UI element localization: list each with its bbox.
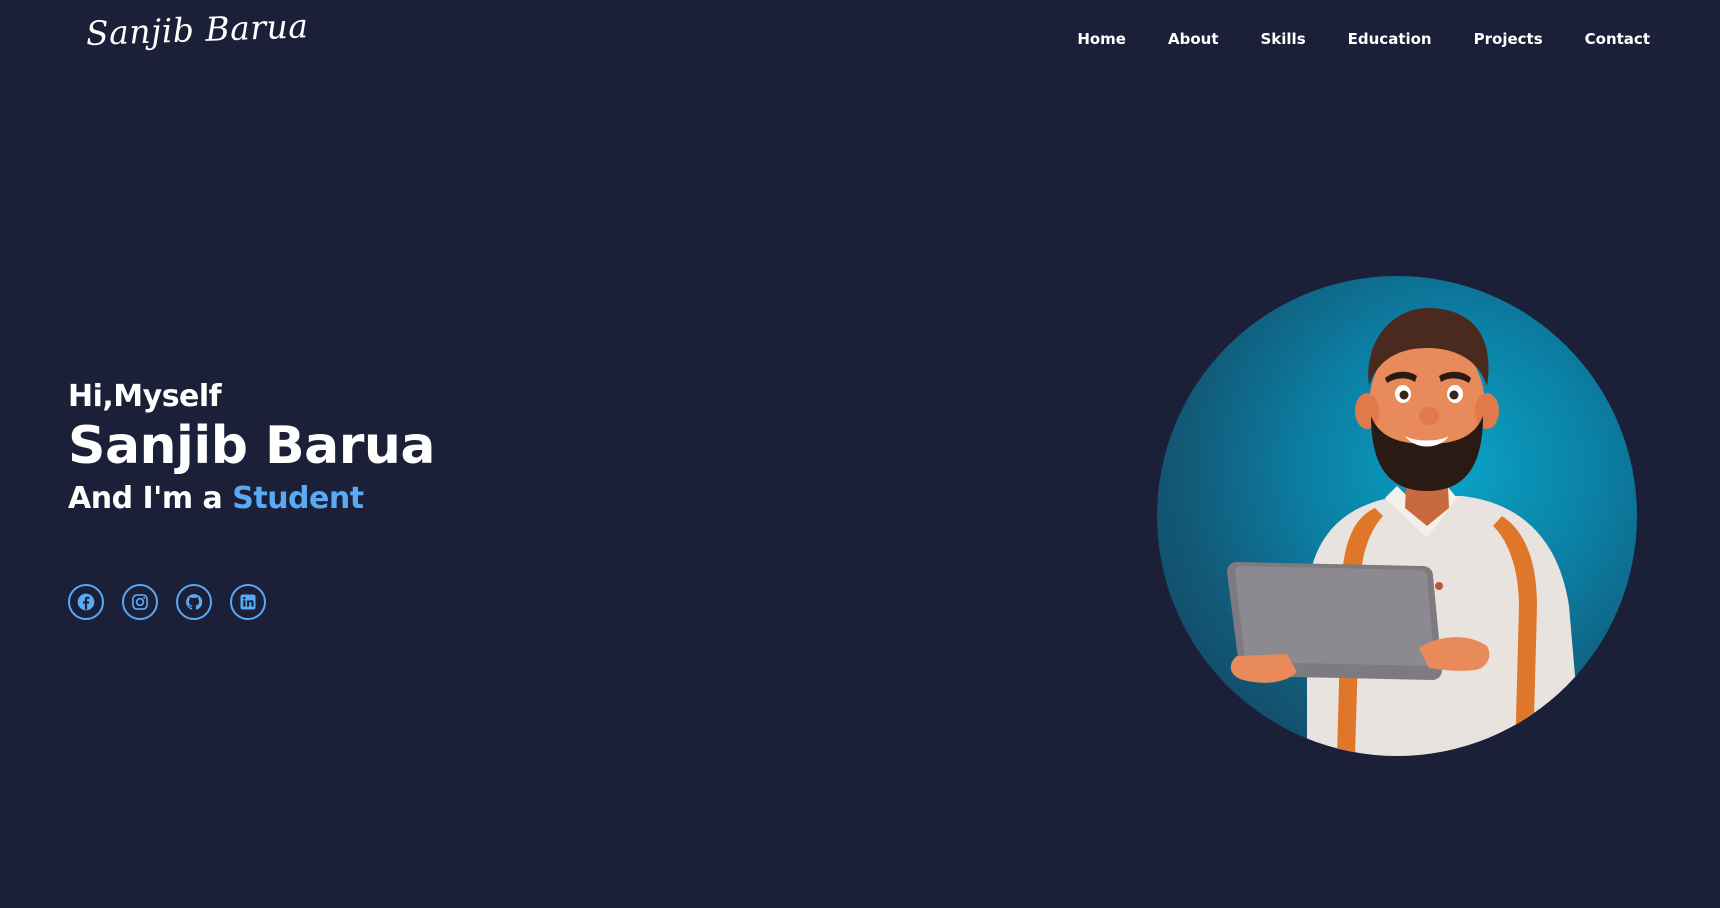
profile-avatar bbox=[1157, 276, 1637, 756]
hero-name: Sanjib Barua bbox=[68, 415, 436, 476]
site-logo[interactable]: Sanjib Barua bbox=[85, 6, 309, 53]
nav-projects-link[interactable]: Projects bbox=[1474, 30, 1543, 48]
hero-greeting: Hi,Myself bbox=[68, 379, 222, 414]
hero-role: And I'm a Student bbox=[68, 482, 435, 517]
linkedin-button[interactable] bbox=[230, 584, 266, 620]
linkedin-icon bbox=[240, 594, 256, 610]
social-links bbox=[68, 584, 266, 620]
role-prefix: And I'm a bbox=[68, 481, 223, 517]
hero-intro: Hi,Myself Sanjib Barua And I'm a Student bbox=[68, 379, 436, 517]
instagram-button[interactable] bbox=[122, 584, 158, 620]
nav-about-link[interactable]: About bbox=[1168, 30, 1219, 48]
github-icon bbox=[186, 594, 203, 610]
nav-home-link[interactable]: Home bbox=[1077, 30, 1126, 48]
nav-skills-link[interactable]: Skills bbox=[1261, 30, 1306, 48]
nav-education-link[interactable]: Education bbox=[1348, 30, 1432, 48]
facebook-button[interactable] bbox=[68, 584, 104, 620]
main-nav: Home About Skills Education Projects Con… bbox=[1035, 30, 1650, 48]
github-button[interactable] bbox=[176, 584, 212, 620]
instagram-icon bbox=[132, 594, 148, 610]
facebook-icon bbox=[77, 593, 95, 611]
nav-contact-link[interactable]: Contact bbox=[1585, 30, 1650, 48]
role-accent: Student bbox=[232, 481, 364, 517]
developer-illustration bbox=[1227, 307, 1582, 756]
